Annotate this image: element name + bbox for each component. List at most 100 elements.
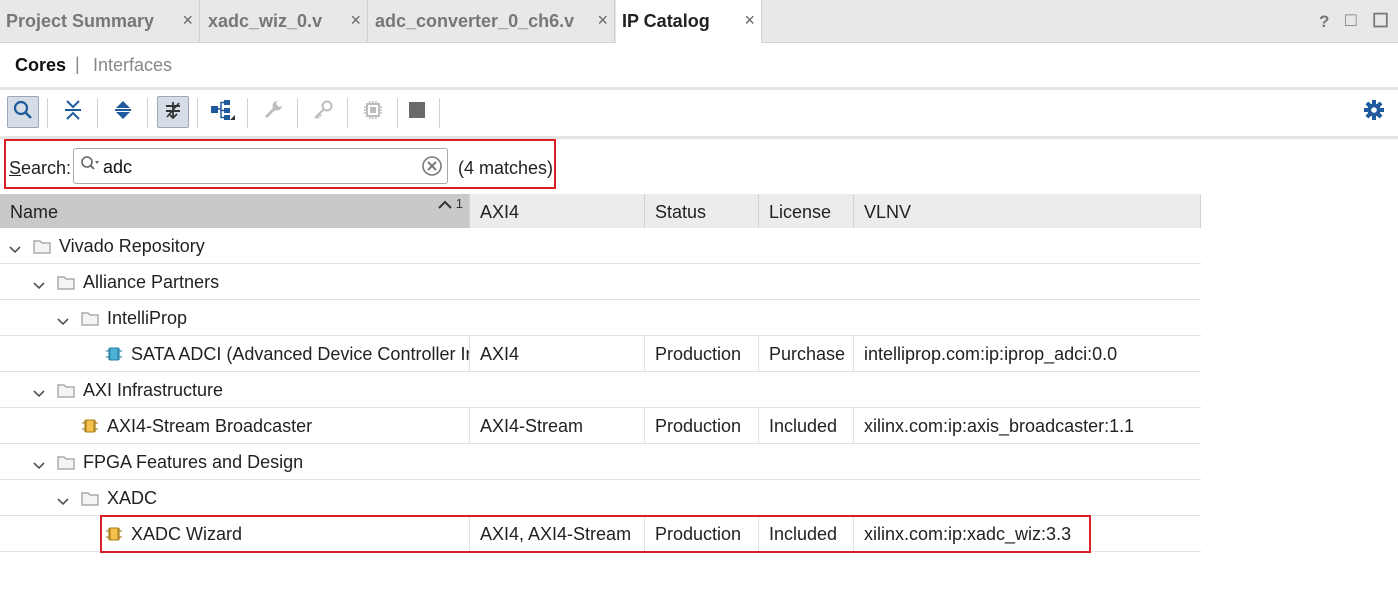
stop-icon [407,100,427,125]
toolbar-divider [147,98,148,128]
tree-row-label: XADC Wizard [131,524,243,544]
close-icon[interactable]: × [350,10,361,31]
subtab-cores[interactable]: Cores [15,55,66,76]
tree-row-sata-adci[interactable]: SATA ADCI (Advanced Device Controller In… [0,336,1201,372]
tab-label: adc_converter_0_ch6.v [375,10,575,31]
expand-all-icon [113,99,133,126]
column-header-status[interactable]: Status [645,194,759,228]
tree-row-alliance-partners[interactable]: Alliance Partners [0,264,1201,300]
key-icon [312,99,334,126]
search-toggle-button[interactable] [7,96,39,128]
chevron-down-icon[interactable] [32,455,46,476]
tree-row-label: FPGA Features and Design [83,452,304,472]
help-icon[interactable]: ? [1319,12,1329,32]
filter-icon [163,100,183,125]
tab-xadc-wiz[interactable]: xadc_wiz_0.v × [202,0,368,42]
cell-status: Production [645,516,759,551]
toolbar-divider [439,98,440,128]
toolbar-divider [347,98,348,128]
catalog-subtabs: Cores | Interfaces [0,43,1398,90]
tab-adc-converter[interactable]: adc_converter_0_ch6.v × [369,0,615,42]
customize-ip-button [257,96,289,128]
chevron-down-icon[interactable] [8,239,22,260]
tree-row-axi-infrastructure[interactable]: AXI Infrastructure [0,372,1201,408]
wrench-icon [262,99,284,126]
cell-status: Production [645,408,759,443]
cell-license: Included [759,516,854,551]
ip-details-button [357,96,389,128]
settings-button[interactable] [1358,96,1390,128]
cell-name: AXI4-Stream Broadcaster [0,408,470,443]
cell-axi4: AXI4-Stream [470,408,645,443]
folder-icon [81,310,99,331]
ip-core-icon [105,345,123,368]
folder-icon [57,274,75,295]
hierarchy-icon [210,98,236,127]
cell-vlnv: xilinx.com:ip:axis_broadcaster:1.1 [864,416,1135,436]
tree-row-label: Vivado Repository [59,236,205,256]
search-row: Search: adc (4 matches) [0,139,1398,193]
restore-icon[interactable]: □ [1345,10,1356,32]
close-icon[interactable]: × [744,10,755,31]
column-header-vlnv[interactable]: VLNV [854,194,1201,228]
close-icon[interactable]: × [182,10,193,31]
tree-row-axi4-stream-broadcaster[interactable]: AXI4-Stream Broadcaster AXI4-Stream Prod… [0,408,1201,444]
tree-row-label: XADC [107,488,158,508]
tab-ip-catalog[interactable]: IP Catalog × [616,0,762,43]
collapse-all-icon [63,99,83,126]
folder-icon [33,238,51,259]
column-header-name[interactable]: Name 1 [0,194,470,228]
tab-project-summary[interactable]: Project Summary × [0,0,200,42]
tree-row-vivado-repository[interactable]: Vivado Repository [0,228,1201,264]
folder-icon [81,490,99,511]
tree-row-label: IntelliProp [107,308,188,328]
collapse-all-button[interactable] [57,96,89,128]
chevron-down-icon[interactable] [32,383,46,404]
table-header: Name 1 AXI4 Status License VLNV [0,194,1201,228]
filter-button[interactable] [157,96,189,128]
column-header-license[interactable]: License [759,194,854,228]
toolbar-divider [47,98,48,128]
search-icon [13,100,33,125]
toolbar-divider [247,98,248,128]
cell-license: Purchase [759,336,854,371]
catalog-toolbar [0,90,1398,139]
gear-icon [1363,99,1385,126]
tab-label: Project Summary [6,10,155,31]
toolbar-divider [397,98,398,128]
chevron-down-icon[interactable] [56,491,70,512]
tree-row-label: SATA ADCI (Advanced Device Controller In [131,344,470,364]
search-highlight-box [4,139,556,189]
ip-core-icon [105,525,123,548]
tree-row-label: AXI4-Stream Broadcaster [107,416,313,436]
column-header-axi4[interactable]: AXI4 [470,194,645,228]
tree-row-xadc-wizard[interactable]: XADC Wizard AXI4, AXI4-Stream Production… [0,516,1201,552]
toolbar-divider [97,98,98,128]
tree-row-intelliprop[interactable]: IntelliProp [0,300,1201,336]
cell-vlnv: xilinx.com:ip:xadc_wiz:3.3 [864,524,1072,544]
tree-row-label: Alliance Partners [83,272,220,292]
expand-all-button[interactable] [107,96,139,128]
subtab-separator: | [75,54,80,74]
tree-row-fpga-features[interactable]: FPGA Features and Design [0,444,1201,480]
license-button [307,96,339,128]
subtab-interfaces[interactable]: Interfaces [93,55,172,76]
tree-row-label: AXI Infrastructure [83,380,224,400]
cell-status: Production [645,336,759,371]
stop-button [401,96,433,128]
cell-license: Included [759,408,854,443]
toolbar-divider [197,98,198,128]
chevron-down-icon[interactable] [56,311,70,332]
close-icon[interactable]: × [597,10,608,31]
hierarchy-button[interactable] [207,96,239,128]
tree-row-xadc[interactable]: XADC [0,480,1201,516]
folder-icon [57,382,75,403]
tab-label: IP Catalog [622,11,710,31]
tab-label: xadc_wiz_0.v [208,10,323,31]
cell-axi4: AXI4 [470,336,645,371]
chevron-down-icon[interactable] [32,275,46,296]
sort-ascending-icon: 1 [438,196,463,211]
toolbar-divider [297,98,298,128]
chip-icon [362,99,384,126]
maximize-icon[interactable]: ☐ [1372,10,1389,33]
